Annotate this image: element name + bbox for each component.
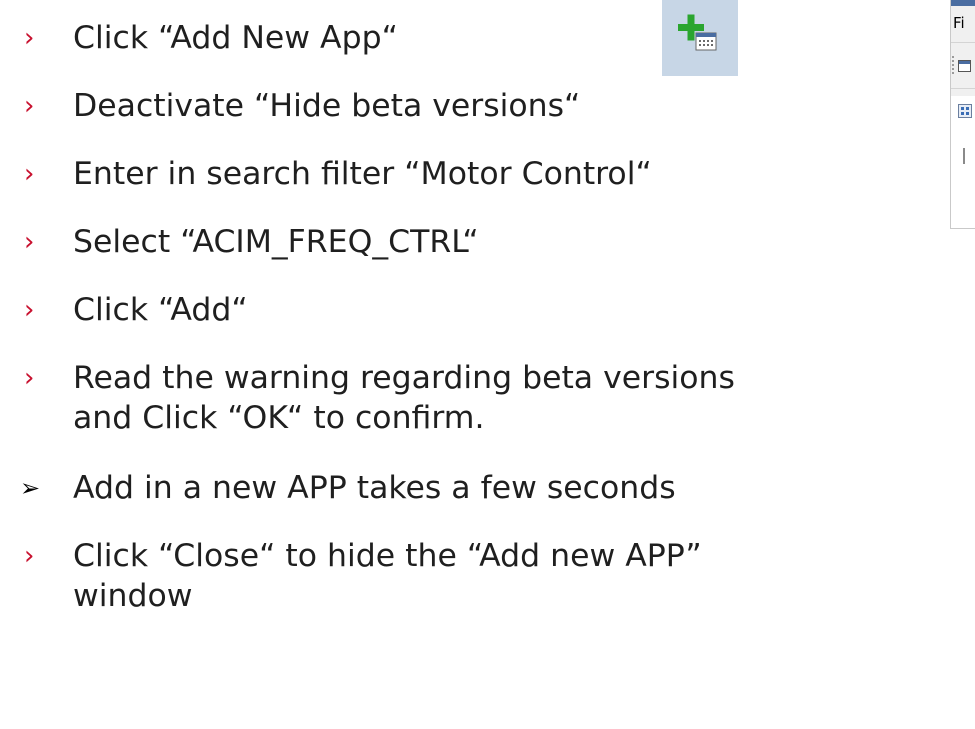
thumbnail-divider xyxy=(951,42,975,43)
bullet-chevron-icon: › xyxy=(24,227,35,257)
instruction-text: Click “Add New App“ xyxy=(73,20,398,56)
plus-calendar-icon xyxy=(678,14,717,51)
bullet-chevron-icon: › xyxy=(24,23,35,53)
instruction-text: Deactivate “Hide beta versions“ xyxy=(73,88,581,124)
toolbar-grip-icon xyxy=(952,56,956,74)
instruction-text: Enter in search filter “Motor Control“ xyxy=(73,156,652,192)
instruction-text-continued: and Click “OK“ to confirm. xyxy=(73,400,485,436)
instruction-text: Click “Close“ to hide the “Add new APP” xyxy=(73,538,702,574)
thumbnail-title-bar xyxy=(951,0,975,6)
tree-connector-line xyxy=(963,148,965,164)
instruction-text: Read the warning regarding beta versions xyxy=(73,360,735,396)
bullet-chevron-icon: › xyxy=(24,159,35,189)
instruction-text: Add in a new APP takes a few seconds xyxy=(73,470,676,506)
arrow-bullet-icon: ➢ xyxy=(20,474,41,502)
project-tree-icon xyxy=(958,104,972,118)
thumbnail-divider xyxy=(951,88,975,89)
dave-window-thumbnail: Fi xyxy=(950,0,975,229)
bullet-chevron-icon: › xyxy=(24,541,35,571)
thumbnail-tree-panel xyxy=(951,96,975,228)
bullet-chevron-icon: › xyxy=(24,91,35,121)
instruction-list: › Click “Add New App“ › Deactivate “Hide… xyxy=(0,0,975,729)
thumbnail-menu-file: Fi xyxy=(953,14,965,32)
window-icon xyxy=(958,60,971,72)
instruction-text: Click “Add“ xyxy=(73,292,248,328)
add-new-app-icon xyxy=(662,0,738,76)
instruction-text-continued: window xyxy=(73,578,193,614)
instruction-text: Select “ACIM_FREQ_CTRL“ xyxy=(73,224,479,260)
bullet-chevron-icon: › xyxy=(24,363,35,393)
bullet-chevron-icon: › xyxy=(24,295,35,325)
